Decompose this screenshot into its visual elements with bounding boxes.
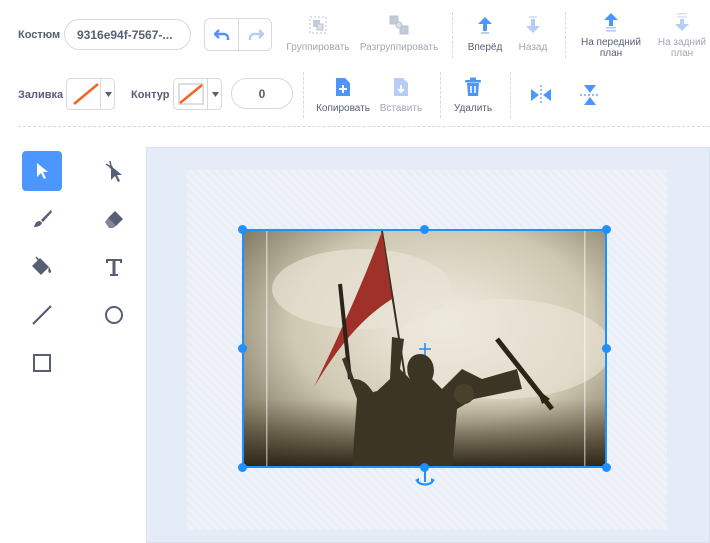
send-to-back-button[interactable]: На задний план <box>652 11 710 59</box>
flip-horizontal-icon <box>531 85 551 105</box>
brush-icon <box>34 210 52 227</box>
tool-circle[interactable] <box>94 295 134 335</box>
redo-icon <box>248 28 264 40</box>
costume-label: Костюм <box>18 29 61 41</box>
tool-fill[interactable] <box>22 247 62 287</box>
costume-name-value: 9316e94f-7567-... <box>77 28 173 42</box>
rotate-icon <box>415 469 435 486</box>
toolbar-divider <box>440 72 441 118</box>
fill-color-picker[interactable] <box>66 78 115 110</box>
backward-icon <box>526 16 540 33</box>
tool-rectangle[interactable] <box>22 343 62 383</box>
paste-button[interactable]: Вставить <box>376 77 426 117</box>
crosshair-icon <box>419 343 431 355</box>
copy-icon <box>336 78 350 96</box>
bring-to-front-icon <box>604 13 618 32</box>
copy-label: Копировать <box>316 103 370 114</box>
copy-button[interactable]: Копировать <box>312 77 374 117</box>
color-swatch-icon <box>73 83 99 105</box>
outline-width-value: 0 <box>258 87 266 101</box>
resize-handle-left[interactable] <box>238 344 247 353</box>
toolbar-divider <box>303 72 304 118</box>
fill-dropdown[interactable] <box>100 79 115 109</box>
center-crosshair <box>418 342 432 356</box>
flip-vertical-icon <box>580 85 600 105</box>
undo-redo-group <box>204 18 272 51</box>
tool-brush[interactable] <box>22 199 62 239</box>
circle-icon <box>105 306 123 324</box>
toolbar-bottom-divider <box>18 126 710 127</box>
tool-reshape[interactable] <box>94 151 134 191</box>
undo-icon <box>213 28 229 40</box>
resize-handle-top-right[interactable] <box>602 225 611 234</box>
resize-handle-top[interactable] <box>420 225 429 234</box>
toolbar-divider <box>510 72 511 118</box>
text-icon <box>106 259 122 276</box>
backward-label: Назад <box>518 42 548 53</box>
chevron-down-icon <box>105 92 112 97</box>
backward-button[interactable]: Назад <box>512 13 554 55</box>
outline-swatch <box>178 83 204 105</box>
outline-color-picker[interactable] <box>173 78 222 110</box>
group-button[interactable]: Группировать <box>283 13 353 55</box>
outline-dropdown[interactable] <box>207 79 222 109</box>
paint-bucket-icon <box>32 256 52 275</box>
bring-to-front-button[interactable]: На передний план <box>576 11 646 59</box>
fill-label: Заливка <box>18 89 64 101</box>
resize-handle-top-left[interactable] <box>238 225 247 234</box>
arrow-cursor-icon <box>37 163 48 179</box>
chevron-down-icon <box>212 92 219 97</box>
send-to-back-icon <box>675 13 689 31</box>
forward-label: Вперёд <box>467 42 503 53</box>
trash-icon <box>465 77 481 96</box>
ungroup-button[interactable]: Разгруппировать <box>358 13 440 55</box>
delete-label: Удалить <box>453 103 493 114</box>
tool-text[interactable] <box>94 247 134 287</box>
fill-swatch <box>71 82 101 106</box>
tool-select[interactable] <box>22 151 62 191</box>
outline-width-input[interactable]: 0 <box>231 78 293 109</box>
paste-label: Вставить <box>379 103 423 114</box>
toolbar-divider <box>565 12 566 58</box>
forward-button[interactable]: Вперёд <box>462 13 508 55</box>
line-icon <box>32 305 52 325</box>
redo-button[interactable] <box>239 19 272 50</box>
tool-line[interactable] <box>22 295 62 335</box>
flip-horizontal-button[interactable] <box>528 82 554 108</box>
eraser-icon <box>105 211 123 228</box>
resize-handle-right[interactable] <box>602 344 611 353</box>
tool-eraser[interactable] <box>94 199 134 239</box>
costume-name-field[interactable]: 9316e94f-7567-... <box>64 19 191 50</box>
forward-icon <box>478 17 492 34</box>
toolbar-divider <box>452 12 453 58</box>
reshape-icon <box>105 160 122 182</box>
send-to-back-label-2: план <box>670 48 694 59</box>
undo-button[interactable] <box>205 19 239 50</box>
group-icon <box>309 16 327 34</box>
outline-label: Контур <box>131 89 170 101</box>
paste-icon <box>394 78 408 96</box>
delete-button[interactable]: Удалить <box>448 77 498 117</box>
resize-handle-bottom-left[interactable] <box>238 463 247 472</box>
bring-to-front-label-1: На передний <box>581 37 641 48</box>
send-to-back-label-1: На задний <box>657 37 707 48</box>
rectangle-icon <box>33 354 51 372</box>
resize-handle-bottom-right[interactable] <box>602 463 611 472</box>
flip-vertical-button[interactable] <box>577 82 603 108</box>
group-label: Группировать <box>286 42 350 53</box>
ungroup-label: Разгруппировать <box>359 42 439 53</box>
outline-swatch-icon <box>178 83 204 105</box>
bring-to-front-label-2: план <box>599 48 623 59</box>
ungroup-icon <box>389 15 409 35</box>
rotate-handle[interactable] <box>414 468 436 490</box>
